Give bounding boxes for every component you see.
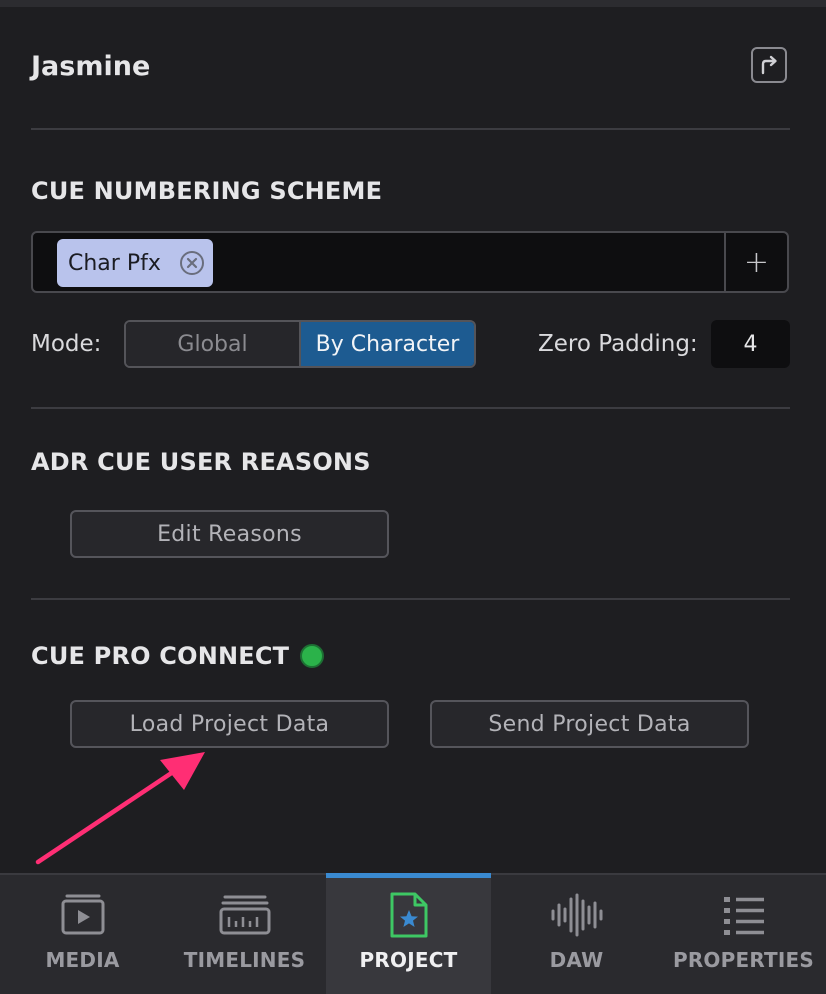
- divider: [31, 598, 790, 600]
- zero-padding-field[interactable]: 4: [711, 320, 790, 368]
- project-icon: [387, 889, 431, 941]
- tab-label: TIMELINES: [183, 948, 306, 972]
- panel-title: Jasmine: [31, 51, 151, 82]
- cue-numbering-heading: CUE NUMBERING SCHEME: [31, 177, 383, 205]
- divider: [31, 128, 790, 130]
- mode-label: Mode:: [31, 331, 102, 357]
- zero-padding-label: Zero Padding:: [538, 331, 698, 357]
- properties-icon: [720, 889, 768, 941]
- tab-label: PROPERTIES: [672, 948, 815, 972]
- cue-pro-connect-heading: CUE PRO CONNECT: [31, 642, 290, 670]
- mode-option-global[interactable]: Global: [126, 322, 299, 366]
- mode-segmented-control[interactable]: Global By Character: [124, 320, 476, 368]
- tab-daw[interactable]: DAW: [494, 875, 659, 994]
- plus-icon: +: [743, 244, 770, 280]
- mode-option-by-character[interactable]: By Character: [299, 322, 474, 366]
- connection-status-indicator: [300, 644, 324, 668]
- media-icon: [57, 889, 109, 941]
- send-project-data-button[interactable]: Send Project Data: [430, 700, 749, 748]
- share-arrow-icon: [761, 55, 777, 75]
- top-strip: [0, 0, 826, 7]
- timelines-icon: [217, 889, 273, 941]
- remove-token-icon[interactable]: [179, 250, 205, 276]
- tab-timelines[interactable]: TIMELINES: [162, 875, 327, 994]
- tab-label: MEDIA: [45, 948, 120, 972]
- adr-reasons-heading: ADR CUE USER REASONS: [31, 448, 371, 476]
- tab-label: DAW: [549, 948, 604, 972]
- divider: [31, 407, 790, 409]
- tab-label: PROJECT: [359, 948, 458, 972]
- load-project-data-button[interactable]: Load Project Data: [70, 700, 389, 748]
- token-chip[interactable]: Char Pfx: [57, 239, 213, 287]
- tab-properties[interactable]: PROPERTIES: [661, 875, 826, 994]
- add-token-button[interactable]: +: [724, 233, 787, 291]
- waveform-icon: [549, 889, 605, 941]
- edit-reasons-button[interactable]: Edit Reasons: [70, 510, 389, 558]
- token-chip-label: Char Pfx: [68, 250, 161, 276]
- tab-project[interactable]: PROJECT: [326, 873, 491, 994]
- tab-media[interactable]: MEDIA: [0, 875, 165, 994]
- export-button[interactable]: [751, 47, 787, 83]
- bottom-tab-bar: MEDIA TIMELINES PROJECT DAW PROPERTIES: [0, 873, 826, 994]
- numbering-token-field[interactable]: Char Pfx +: [31, 231, 789, 293]
